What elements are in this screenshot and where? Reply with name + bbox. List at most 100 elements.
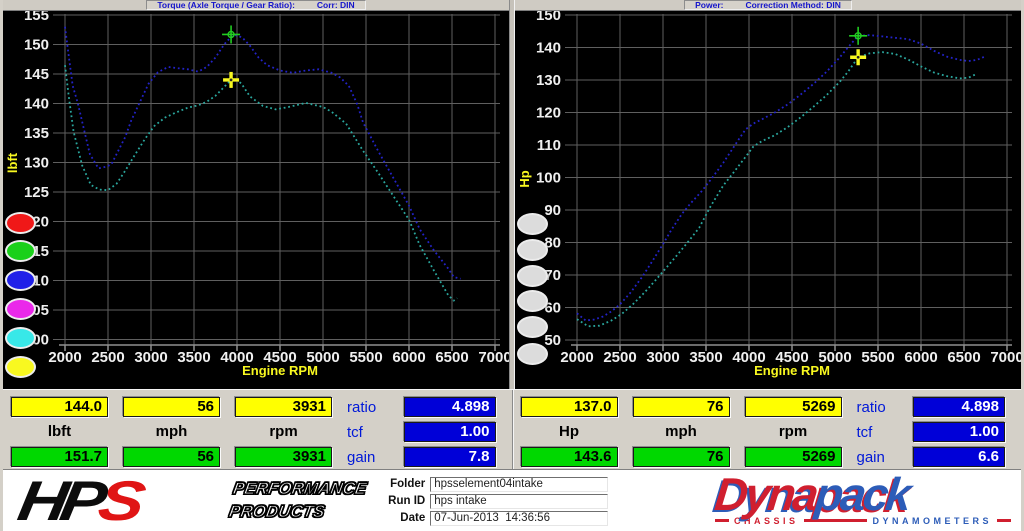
folder-label: Folder	[390, 478, 426, 490]
torque-current-value: 151.7	[11, 447, 108, 467]
power-compare-value: 137.0	[520, 397, 618, 417]
torque-tcf-value: 1.00	[403, 422, 496, 442]
svg-text:3000: 3000	[646, 349, 679, 366]
hps-tagline-line2: PRODUCTS	[227, 501, 327, 521]
run-id-input[interactable]: hps intake	[430, 493, 609, 509]
power-panel-header: Power: Correction Method: DIN	[515, 0, 1021, 11]
channel-button-5[interactable]	[517, 316, 548, 338]
speed-unit-label: mph	[665, 423, 697, 440]
tcf-label: tcf	[347, 423, 363, 441]
run-info-fields: Folder hpsselement04intake Run ID hps in…	[388, 476, 609, 526]
charts-row: Torque (Axle Torque / Gear Ratio): Corr:…	[3, 0, 1021, 389]
svg-text:Engine RPM: Engine RPM	[242, 363, 318, 378]
torque-unit-label: lbft	[47, 423, 72, 440]
svg-text:50: 50	[544, 332, 561, 349]
channel-button-4[interactable]	[5, 298, 36, 320]
torque-header-box: Torque (Axle Torque / Gear Ratio): Corr:…	[146, 0, 366, 10]
footer-bar: HPS PERFORMANCE PRODUCTS Folder hpsselem…	[3, 468, 1021, 531]
hps-logo-hp: HP	[13, 469, 105, 531]
svg-text:110: 110	[537, 137, 561, 154]
power-compare-rpm: 5269	[744, 397, 842, 417]
svg-text:3500: 3500	[689, 349, 722, 366]
ratio-label: ratio	[856, 398, 886, 416]
torque-ratio-value: 4.898	[403, 397, 496, 417]
svg-text:2500: 2500	[91, 349, 124, 366]
dyno-software-window: Torque (Axle Torque / Gear Ratio): Corr:…	[0, 0, 1024, 531]
power-current-value: 143.6	[520, 447, 618, 467]
svg-text:150: 150	[536, 11, 561, 24]
rpm-unit-label: rpm	[269, 423, 298, 440]
svg-text:130: 130	[24, 155, 49, 172]
svg-text:3500: 3500	[177, 349, 210, 366]
power-tcf-row: tcf 1.00	[856, 422, 1005, 442]
svg-text:5500: 5500	[349, 349, 382, 366]
channel-button-3[interactable]	[517, 265, 548, 287]
power-panel: Power: Correction Method: DIN 150 140 130 1…	[515, 0, 1021, 389]
plus-cursor-marker	[850, 49, 867, 66]
svg-text:150: 150	[24, 37, 49, 54]
torque-current-rpm: 3931	[235, 447, 332, 467]
svg-text:6500: 6500	[435, 349, 468, 366]
torque-gain-row: gain 7.8	[347, 447, 496, 467]
svg-text:6000: 6000	[904, 349, 937, 366]
svg-text:155: 155	[24, 11, 49, 24]
power-readout-panel: 137.0 76 5269 ratio 4.898 Hp mph rpm tcf…	[511, 390, 1022, 469]
torque-header-title: Torque (Axle Torque / Gear Ratio):	[157, 0, 295, 10]
channel-button-3[interactable]	[5, 269, 36, 291]
torque-ratio-row: ratio 4.898	[347, 397, 496, 417]
gain-label: gain	[347, 448, 376, 466]
svg-text:Hp: Hp	[517, 170, 532, 187]
dynapack-bar-icon	[997, 519, 1011, 523]
svg-text:2000: 2000	[48, 349, 81, 366]
torque-gain-value: 7.8	[403, 447, 496, 467]
torque-tcf-row: tcf 1.00	[347, 422, 496, 442]
run-id-label: Run ID	[388, 495, 426, 507]
power-compare-speed: 76	[632, 397, 730, 417]
svg-text:2500: 2500	[603, 349, 636, 366]
svg-text:100: 100	[536, 170, 561, 187]
torque-readout-panel: 144.0 56 3931 ratio 4.898 lbft mph rpm t…	[3, 390, 512, 469]
channel-button-5[interactable]	[5, 327, 36, 349]
gain-label: gain	[856, 448, 885, 466]
folder-input[interactable]: hpsselement04intake	[430, 476, 609, 492]
channel-button-1[interactable]	[517, 213, 548, 235]
rpm-unit-label: rpm	[778, 423, 808, 440]
date-input[interactable]: 07-Jun-2013 14:36:56	[430, 510, 609, 526]
power-tcf-value: 1.00	[913, 422, 1005, 442]
dynapack-wordmark: Dynapack	[712, 468, 1013, 520]
torque-current-speed: 56	[123, 447, 220, 467]
svg-text:6500: 6500	[947, 349, 980, 366]
date-label: Date	[400, 512, 426, 524]
readout-tables: 144.0 56 3931 ratio 4.898 lbft mph rpm t…	[3, 389, 1021, 470]
torque-compare-value: 144.0	[11, 397, 108, 417]
channel-button-2[interactable]	[5, 240, 36, 262]
hps-tagline: PERFORMANCE PRODUCTS	[227, 478, 369, 524]
power-unit-label: Hp	[559, 423, 579, 440]
power-ratio-row: ratio 4.898	[856, 397, 1005, 417]
torque-header-correction: Corr: DIN	[316, 0, 355, 10]
tcf-label: tcf	[856, 423, 873, 441]
channel-button-4[interactable]	[517, 290, 548, 312]
channel-button-2[interactable]	[517, 239, 548, 261]
power-header-box: Power: Correction Method: DIN	[684, 0, 852, 10]
hps-tagline-line1: PERFORMANCE	[231, 478, 369, 499]
channel-button-1[interactable]	[5, 212, 36, 234]
channel-button-6[interactable]	[5, 356, 36, 378]
svg-text:Engine RPM: Engine RPM	[754, 363, 830, 378]
power-chart-area: 150 140 130 120 110 100 90 80 70 60 50 2000 2500 3000…	[515, 11, 1021, 389]
power-gain-value: 6.6	[913, 447, 1005, 467]
power-ratio-value: 4.898	[913, 397, 1005, 417]
torque-compare-speed: 56	[123, 397, 220, 417]
power-header-title: Power:	[695, 0, 724, 10]
torque-chart[interactable]: 1551501451401351301251201151101051002000…	[3, 11, 509, 389]
svg-text:6000: 6000	[392, 349, 425, 366]
svg-text:130: 130	[536, 72, 561, 89]
power-header-correction: Correction Method: DIN	[745, 0, 841, 10]
power-chart[interactable]: 15014013012011010090807060502000 2500 3000…	[515, 11, 1021, 389]
torque-panel-header: Torque (Axle Torque / Gear Ratio): Corr:…	[3, 0, 509, 11]
speed-unit-label: mph	[155, 423, 188, 440]
dynapack-word-dyna: Dyna	[712, 468, 819, 521]
channel-button-6[interactable]	[517, 343, 548, 365]
dynapack-logo: Dynapack CHASSIS DYNAMOMETERS	[712, 468, 1013, 526]
svg-text:2000: 2000	[560, 349, 593, 366]
